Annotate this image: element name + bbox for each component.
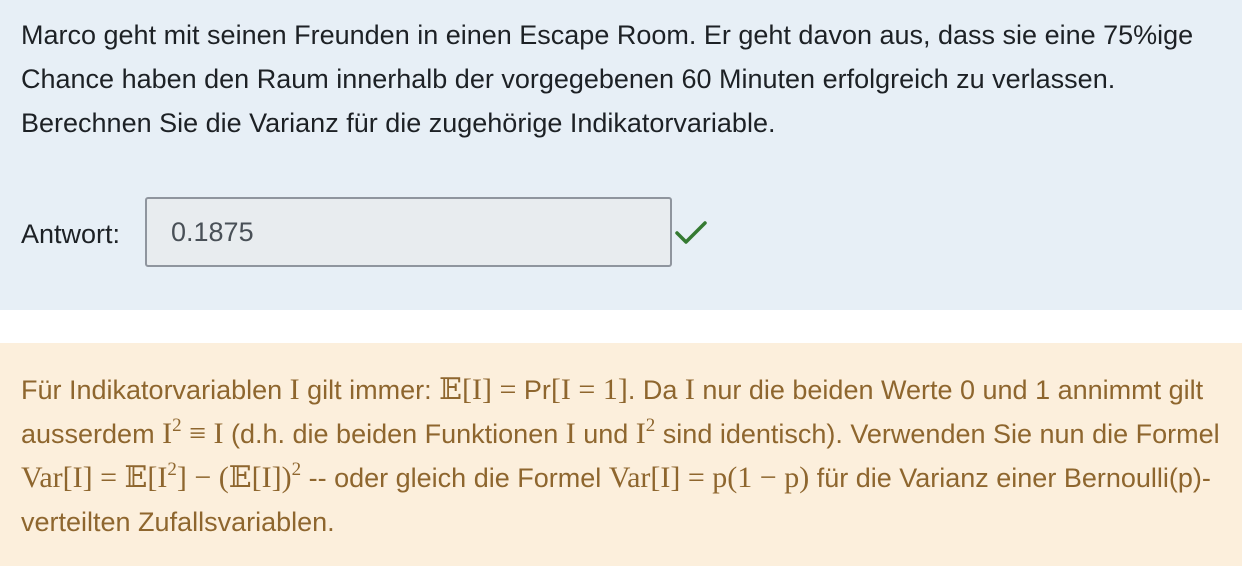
math-indicator-squared: I2	[635, 415, 656, 450]
feedback-panel: Für Indikatorvariablen I gilt immer: 𝔼[I…	[0, 343, 1242, 566]
math-part: Var[I] = 𝔼[I	[21, 461, 168, 494]
math-exponent: 2	[167, 459, 177, 480]
math-base: I	[162, 417, 173, 450]
feedback-text-8: sind identisch). Verwenden Sie nun die F…	[655, 419, 1220, 449]
math-exponent: 2	[172, 415, 182, 436]
math-variance-formula: Var[I] = 𝔼[I2] − (𝔼[I])2	[21, 459, 302, 494]
feedback-pr: Pr	[523, 375, 551, 405]
feedback-text-9: -- oder gleich die Formel	[301, 463, 609, 493]
math-indicator: I	[289, 373, 300, 406]
math-bernoulli-formula: Var[I] = p(1 − p)	[608, 461, 810, 494]
feedback-text: Für Indikatorvariablen I gilt immer: 𝔼[I…	[21, 368, 1231, 544]
feedback-text-6: (d.h. die beiden Funktionen	[223, 419, 566, 449]
answer-input[interactable]	[145, 197, 672, 267]
math-equiv: ≡ I	[181, 417, 224, 450]
math-exponent: 2	[645, 415, 656, 436]
math-exponent: 2	[291, 459, 302, 480]
feedback-text-2: gilt immer:	[299, 375, 440, 405]
math-square-identity: I2 ≡ I	[162, 415, 224, 450]
feedback-text-7: und	[575, 419, 636, 449]
question-panel: Marco geht mit seinen Freunden in einen …	[0, 0, 1242, 310]
feedback-text-1: Für Indikatorvariablen	[21, 375, 290, 405]
check-icon	[675, 221, 707, 244]
math-expectation: 𝔼[I] =	[439, 373, 524, 406]
math-indicator-3: I	[565, 417, 576, 450]
math-part: ] − (𝔼[I])	[176, 461, 292, 494]
math-indicator-2: I	[684, 373, 695, 406]
answer-label: Antwort:	[21, 219, 121, 249]
math-pr-arg: [I = 1]	[550, 373, 628, 406]
question-text: Marco geht mit seinen Freunden in einen …	[21, 20, 1194, 138]
math-base: I	[635, 417, 646, 450]
feedback-text-4: . Da	[627, 375, 685, 405]
